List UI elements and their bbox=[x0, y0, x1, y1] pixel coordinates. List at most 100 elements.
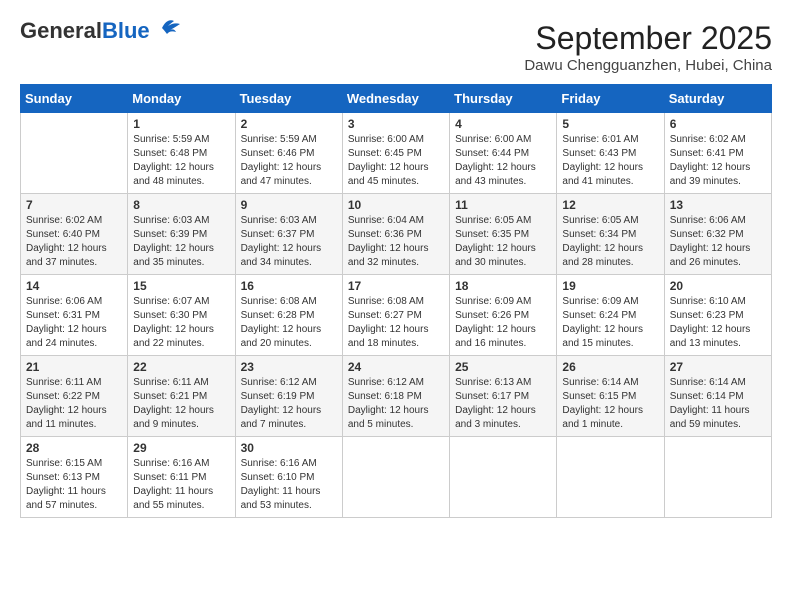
calendar-cell: 24Sunrise: 6:12 AMSunset: 6:18 PMDayligh… bbox=[342, 356, 449, 437]
day-number: 25 bbox=[455, 360, 551, 374]
day-content: Sunrise: 6:13 AMSunset: 6:17 PMDaylight:… bbox=[455, 376, 551, 432]
calendar-cell: 16 Sunrise: 6:08 AMSunset: 6:28 PMDayligh… bbox=[235, 275, 342, 356]
day-number: 30 bbox=[241, 441, 337, 455]
day-number: 16 bbox=[241, 279, 337, 293]
day-number: 12 bbox=[562, 198, 658, 212]
day-content: Sunrise: 6:00 AMSunset: 6:45 PMDaylight:… bbox=[348, 133, 444, 189]
calendar-cell bbox=[450, 437, 557, 518]
day-content: Sunrise: 6:08 AMSunset: 6:27 PMDaylight:… bbox=[348, 295, 444, 351]
day-of-week-header: Monday bbox=[128, 85, 235, 113]
day-number: 17 bbox=[348, 279, 444, 293]
day-content: Sunrise: 6:14 AMSunset: 6:15 PMDaylight:… bbox=[562, 376, 658, 432]
location-subtitle: Dawu Chengguanzhen, Hubei, China bbox=[524, 57, 772, 74]
day-content: Sunrise: 6:07 AMSunset: 6:30 PMDaylight:… bbox=[133, 295, 229, 351]
logo: GeneralBlue bbox=[20, 20, 182, 42]
day-number: 4 bbox=[455, 117, 551, 131]
calendar-cell bbox=[342, 437, 449, 518]
day-content: Sunrise: 6:03 AMSunset: 6:39 PMDaylight:… bbox=[133, 214, 229, 270]
calendar-cell: 1 Sunrise: 5:59 AMSunset: 6:48 PMDaylight… bbox=[128, 113, 235, 194]
calendar-cell: 12Sunrise: 6:05 AMSunset: 6:34 PMDayligh… bbox=[557, 194, 664, 275]
calendar-cell: 15Sunrise: 6:07 AMSunset: 6:30 PMDayligh… bbox=[128, 275, 235, 356]
calendar-cell: 23 Sunrise: 6:12 AMSunset: 6:19 PMDayligh… bbox=[235, 356, 342, 437]
day-content: Sunrise: 6:15 AMSunset: 6:13 PMDaylight:… bbox=[26, 457, 122, 513]
day-content: Sunrise: 6:12 AMSunset: 6:19 PMDaylight:… bbox=[241, 376, 337, 432]
day-content: Sunrise: 5:59 AMSunset: 6:46 PMDaylight:… bbox=[241, 133, 337, 189]
day-number: 8 bbox=[133, 198, 229, 212]
calendar-cell: 30 Sunrise: 6:16 AMSunset: 6:10 PMDayligh… bbox=[235, 437, 342, 518]
day-content: Sunrise: 6:03 AMSunset: 6:37 PMDaylight:… bbox=[241, 214, 337, 270]
calendar-cell: 27Sunrise: 6:14 AMSunset: 6:14 PMDayligh… bbox=[664, 356, 771, 437]
calendar-cell: 6Sunrise: 6:02 AMSunset: 6:41 PMDaylight… bbox=[664, 113, 771, 194]
calendar-cell: 5 Sunrise: 6:01 AMSunset: 6:43 PMDaylight… bbox=[557, 113, 664, 194]
day-content: Sunrise: 6:10 AMSunset: 6:23 PMDaylight:… bbox=[670, 295, 766, 351]
calendar-cell: 11 Sunrise: 6:05 AMSunset: 6:35 PMDayligh… bbox=[450, 194, 557, 275]
calendar-cell: 20 Sunrise: 6:10 AMSunset: 6:23 PMDayligh… bbox=[664, 275, 771, 356]
calendar-week-row: 21Sunrise: 6:11 AMSunset: 6:22 PMDayligh… bbox=[21, 356, 772, 437]
day-of-week-header: Thursday bbox=[450, 85, 557, 113]
day-number: 19 bbox=[562, 279, 658, 293]
day-number: 23 bbox=[241, 360, 337, 374]
calendar-cell bbox=[557, 437, 664, 518]
day-content: Sunrise: 6:00 AMSunset: 6:44 PMDaylight:… bbox=[455, 133, 551, 189]
day-content: Sunrise: 6:16 AMSunset: 6:11 PMDaylight:… bbox=[133, 457, 229, 513]
day-number: 5 bbox=[562, 117, 658, 131]
day-of-week-header: Friday bbox=[557, 85, 664, 113]
calendar-cell: 4 Sunrise: 6:00 AMSunset: 6:44 PMDaylight… bbox=[450, 113, 557, 194]
calendar-week-row: 1 Sunrise: 5:59 AMSunset: 6:48 PMDaylight… bbox=[21, 113, 772, 194]
day-number: 10 bbox=[348, 198, 444, 212]
calendar-cell bbox=[21, 113, 128, 194]
calendar-header: SundayMondayTuesdayWednesdayThursdayFrid… bbox=[21, 85, 772, 113]
day-of-week-header: Wednesday bbox=[342, 85, 449, 113]
month-year-title: September 2025 bbox=[524, 20, 772, 57]
calendar-cell: 2 Sunrise: 5:59 AMSunset: 6:46 PMDaylight… bbox=[235, 113, 342, 194]
day-content: Sunrise: 6:06 AMSunset: 6:32 PMDaylight:… bbox=[670, 214, 766, 270]
day-content: Sunrise: 6:02 AMSunset: 6:40 PMDaylight:… bbox=[26, 214, 122, 270]
calendar-cell: 28Sunrise: 6:15 AMSunset: 6:13 PMDayligh… bbox=[21, 437, 128, 518]
day-content: Sunrise: 6:05 AMSunset: 6:35 PMDaylight:… bbox=[455, 214, 551, 270]
day-content: Sunrise: 6:04 AMSunset: 6:36 PMDaylight:… bbox=[348, 214, 444, 270]
day-number: 29 bbox=[133, 441, 229, 455]
calendar-cell: 8 Sunrise: 6:03 AMSunset: 6:39 PMDaylight… bbox=[128, 194, 235, 275]
calendar-cell: 25 Sunrise: 6:13 AMSunset: 6:17 PMDayligh… bbox=[450, 356, 557, 437]
day-number: 11 bbox=[455, 198, 551, 212]
calendar-cell: 7 Sunrise: 6:02 AMSunset: 6:40 PMDaylight… bbox=[21, 194, 128, 275]
calendar-body: 1 Sunrise: 5:59 AMSunset: 6:48 PMDaylight… bbox=[21, 113, 772, 518]
day-of-week-header: Tuesday bbox=[235, 85, 342, 113]
day-of-week-header: Saturday bbox=[664, 85, 771, 113]
day-content: Sunrise: 6:08 AMSunset: 6:28 PMDaylight:… bbox=[241, 295, 337, 351]
days-of-week-row: SundayMondayTuesdayWednesdayThursdayFrid… bbox=[21, 85, 772, 113]
calendar-table: SundayMondayTuesdayWednesdayThursdayFrid… bbox=[20, 84, 772, 518]
day-content: Sunrise: 5:59 AMSunset: 6:48 PMDaylight:… bbox=[133, 133, 229, 189]
day-content: Sunrise: 6:11 AMSunset: 6:22 PMDaylight:… bbox=[26, 376, 122, 432]
day-content: Sunrise: 6:06 AMSunset: 6:31 PMDaylight:… bbox=[26, 295, 122, 351]
day-content: Sunrise: 6:11 AMSunset: 6:21 PMDaylight:… bbox=[133, 376, 229, 432]
calendar-week-row: 7 Sunrise: 6:02 AMSunset: 6:40 PMDaylight… bbox=[21, 194, 772, 275]
day-number: 22 bbox=[133, 360, 229, 374]
day-number: 1 bbox=[133, 117, 229, 131]
day-content: Sunrise: 6:09 AMSunset: 6:24 PMDaylight:… bbox=[562, 295, 658, 351]
day-number: 20 bbox=[670, 279, 766, 293]
day-of-week-header: Sunday bbox=[21, 85, 128, 113]
day-number: 7 bbox=[26, 198, 122, 212]
calendar-cell: 9 Sunrise: 6:03 AMSunset: 6:37 PMDaylight… bbox=[235, 194, 342, 275]
calendar-cell: 22 Sunrise: 6:11 AMSunset: 6:21 PMDayligh… bbox=[128, 356, 235, 437]
calendar-cell: 21Sunrise: 6:11 AMSunset: 6:22 PMDayligh… bbox=[21, 356, 128, 437]
title-block: September 2025 Dawu Chengguanzhen, Hubei… bbox=[524, 20, 772, 74]
day-content: Sunrise: 6:01 AMSunset: 6:43 PMDaylight:… bbox=[562, 133, 658, 189]
day-number: 9 bbox=[241, 198, 337, 212]
calendar-week-row: 28Sunrise: 6:15 AMSunset: 6:13 PMDayligh… bbox=[21, 437, 772, 518]
calendar-cell: 29 Sunrise: 6:16 AMSunset: 6:11 PMDayligh… bbox=[128, 437, 235, 518]
day-number: 2 bbox=[241, 117, 337, 131]
calendar-cell: 19 Sunrise: 6:09 AMSunset: 6:24 PMDayligh… bbox=[557, 275, 664, 356]
day-number: 13 bbox=[670, 198, 766, 212]
calendar-cell: 10 Sunrise: 6:04 AMSunset: 6:36 PMDayligh… bbox=[342, 194, 449, 275]
day-number: 3 bbox=[348, 117, 444, 131]
day-number: 27 bbox=[670, 360, 766, 374]
day-content: Sunrise: 6:09 AMSunset: 6:26 PMDaylight:… bbox=[455, 295, 551, 351]
day-content: Sunrise: 6:16 AMSunset: 6:10 PMDaylight:… bbox=[241, 457, 337, 513]
calendar-cell bbox=[664, 437, 771, 518]
calendar-cell: 26Sunrise: 6:14 AMSunset: 6:15 PMDayligh… bbox=[557, 356, 664, 437]
calendar-cell: 3 Sunrise: 6:00 AMSunset: 6:45 PMDaylight… bbox=[342, 113, 449, 194]
calendar-cell: 14Sunrise: 6:06 AMSunset: 6:31 PMDayligh… bbox=[21, 275, 128, 356]
day-number: 24 bbox=[348, 360, 444, 374]
